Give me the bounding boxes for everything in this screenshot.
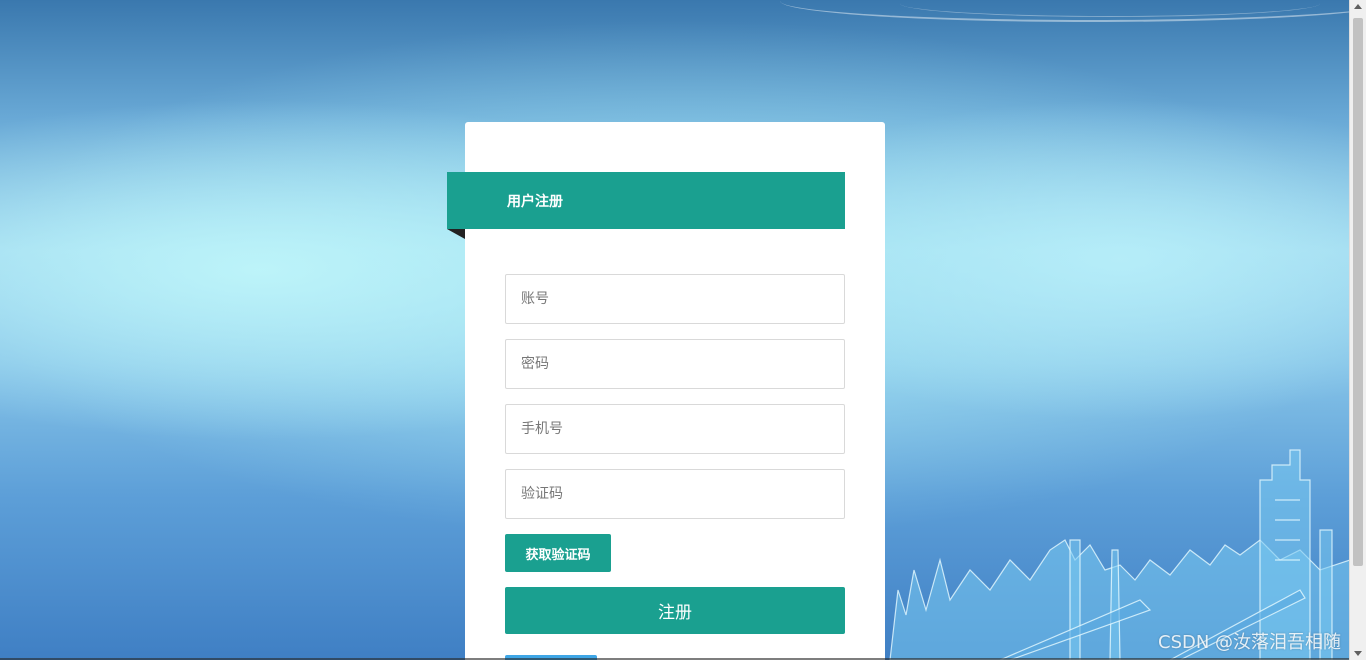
phone-input[interactable] [505,404,845,454]
get-code-button[interactable]: 获取验证码 [505,534,611,572]
register-page: 用户注册 获取验证码 注册 CSDN @汝落泪吾相随 [0,0,1366,660]
register-card-header: 用户注册 [447,172,845,229]
register-title: 用户注册 [507,194,563,210]
account-input[interactable] [505,274,845,324]
verification-code-input[interactable] [505,469,845,519]
scroll-down-icon[interactable] [1354,651,1362,656]
scroll-up-icon[interactable] [1354,4,1362,9]
password-input[interactable] [505,339,845,389]
ribbon-fold [447,229,465,239]
vertical-scrollbar[interactable] [1349,0,1366,660]
scroll-thumb[interactable] [1353,18,1363,566]
watermark: CSDN @汝落泪吾相随 [1158,632,1342,653]
register-button[interactable]: 注册 [505,587,845,634]
industrial-skyline-illustration [889,449,1350,660]
